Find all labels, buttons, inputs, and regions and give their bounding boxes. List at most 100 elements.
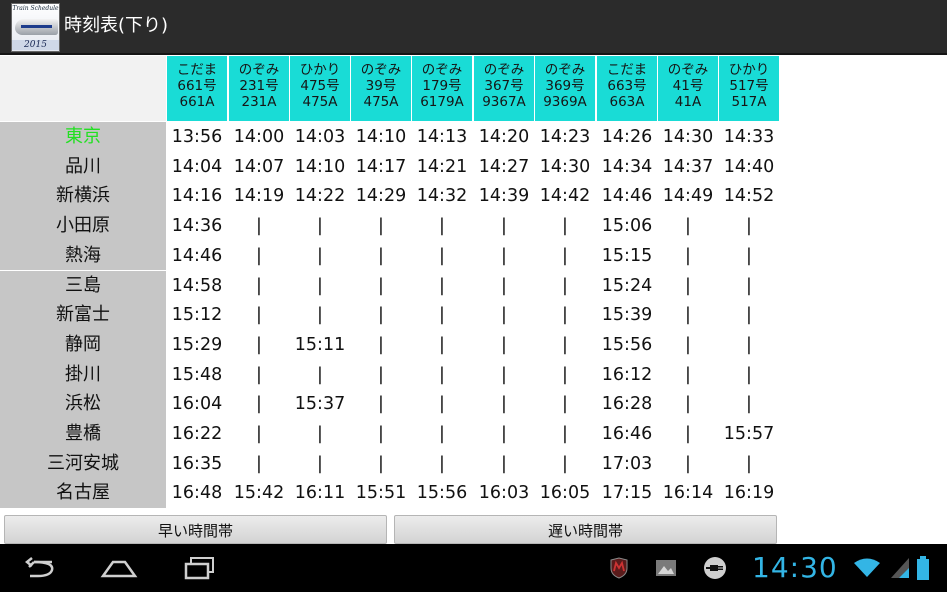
recent-apps-button[interactable] [176, 544, 222, 592]
train-icon [15, 19, 58, 35]
app-logo-year: 2015 [12, 40, 59, 50]
train-number: 663号 [607, 78, 647, 94]
station-name[interactable]: 東京 [0, 122, 166, 152]
station-name[interactable]: 品川 [0, 151, 166, 182]
time-cell: 14:58 [171, 275, 223, 296]
train-number: 475号 [300, 78, 340, 94]
time-cell: 15:57 [723, 424, 775, 444]
train-number: 231号 [239, 78, 279, 94]
time-cell: 17:15 [601, 483, 653, 504]
train-header: のぞみ 41号 41A [658, 56, 718, 121]
station-name[interactable]: 浜松 [0, 389, 166, 419]
time-cell: 15:42 [233, 483, 285, 504]
time-cell: | [562, 334, 568, 355]
back-button[interactable] [18, 544, 62, 592]
timetable-row: 三河安城 16:35 | | | | | | 17:03 | | [0, 448, 781, 479]
signal-icon [891, 558, 909, 578]
time-cell: 16:11 [294, 483, 346, 504]
time-cell: 15:24 [601, 275, 653, 296]
station-name[interactable]: 三河安城 [0, 448, 166, 479]
train-type: ひかり [299, 62, 341, 78]
train-code: 41A [674, 94, 702, 110]
station-name[interactable]: 名古屋 [0, 478, 166, 509]
station-name[interactable]: 三島 [0, 270, 166, 301]
station-name[interactable]: 新横浜 [0, 181, 166, 212]
time-cell: 14:26 [601, 127, 653, 147]
time-cell: | [378, 394, 384, 415]
time-cell: | [501, 424, 507, 444]
station-name[interactable]: 静岡 [0, 329, 166, 360]
time-cell: | [317, 245, 323, 266]
right-padding [781, 56, 947, 544]
time-cell: 16:28 [601, 394, 653, 415]
time-cell: 15:39 [601, 305, 653, 326]
later-time-button[interactable]: 遅い時間帯 [394, 515, 777, 544]
time-cell: 14:40 [723, 156, 775, 177]
time-cell: | [256, 216, 262, 237]
time-cell: | [746, 275, 752, 296]
train-type: のぞみ [544, 62, 586, 78]
time-cell: | [685, 453, 691, 474]
time-cell: 14:39 [478, 186, 530, 207]
security-notification-icon[interactable] [604, 544, 634, 592]
home-button[interactable] [96, 544, 142, 592]
time-cell: 16:48 [171, 483, 223, 504]
time-cell: 14:20 [478, 127, 530, 147]
time-cell: 13:56 [171, 127, 223, 147]
time-cell: 16:22 [171, 424, 223, 444]
timetable-row: 静岡 15:29 | 15:11 | | | | 15:56 | | [0, 329, 781, 360]
time-cell: 15:15 [601, 245, 653, 266]
station-name[interactable]: 熱海 [0, 240, 166, 271]
time-cell: | [439, 424, 445, 444]
train-number: 367号 [484, 78, 524, 94]
gallery-notification-icon[interactable] [651, 544, 681, 592]
time-cell: | [562, 453, 568, 474]
time-cell: 14:07 [233, 156, 285, 177]
time-cell: | [501, 216, 507, 237]
time-cell: 15:29 [171, 334, 223, 355]
home-icon [100, 560, 138, 578]
train-number: 517号 [729, 78, 769, 94]
time-cell: 14:32 [416, 186, 468, 207]
station-name[interactable]: 新富士 [0, 300, 166, 330]
timetable-corner [0, 56, 166, 121]
timetable-row: 小田原 14:36 | | | | | | 15:06 | | [0, 211, 781, 241]
time-cell: | [378, 453, 384, 474]
time-cell: | [685, 216, 691, 237]
time-cell: | [685, 394, 691, 415]
shield-icon [610, 557, 628, 579]
battery-status [912, 544, 934, 592]
earlier-time-button[interactable]: 早い時間帯 [4, 515, 387, 544]
station-name[interactable]: 掛川 [0, 359, 166, 390]
page-title: 時刻表(下り) [64, 15, 169, 36]
time-cell: | [685, 364, 691, 385]
time-cell: | [746, 334, 752, 355]
time-cell: | [439, 364, 445, 385]
time-cell: | [501, 245, 507, 266]
train-type: のぞみ [667, 62, 709, 78]
train-type: のぞみ [421, 62, 463, 78]
time-cell: 14:03 [294, 127, 346, 147]
app-logo-icon[interactable]: Train Schedule 2015 [11, 3, 60, 52]
time-cell: | [439, 394, 445, 415]
station-name[interactable]: 豊橋 [0, 419, 166, 449]
time-cell: 14:22 [294, 186, 346, 207]
time-cell: | [562, 394, 568, 415]
time-cell: 14:46 [601, 186, 653, 207]
time-cell: | [256, 275, 262, 296]
timetable-row: 熱海 14:46 | | | | | | 15:15 | | [0, 240, 781, 271]
time-cell: | [562, 216, 568, 237]
usb-notification-icon[interactable] [700, 544, 730, 592]
time-cell: 14:04 [171, 156, 223, 177]
time-cell: | [378, 364, 384, 385]
time-cell: | [562, 275, 568, 296]
time-cell: | [746, 305, 752, 326]
train-code: 661A [179, 94, 215, 110]
time-cell: | [317, 364, 323, 385]
train-code: 6179A [420, 94, 464, 110]
image-icon [656, 560, 676, 576]
timetable-row: 浜松 16:04 | 15:37 | | | | 16:28 | | [0, 389, 781, 419]
station-name[interactable]: 小田原 [0, 211, 166, 241]
time-cell: | [501, 364, 507, 385]
time-cell: | [317, 305, 323, 326]
